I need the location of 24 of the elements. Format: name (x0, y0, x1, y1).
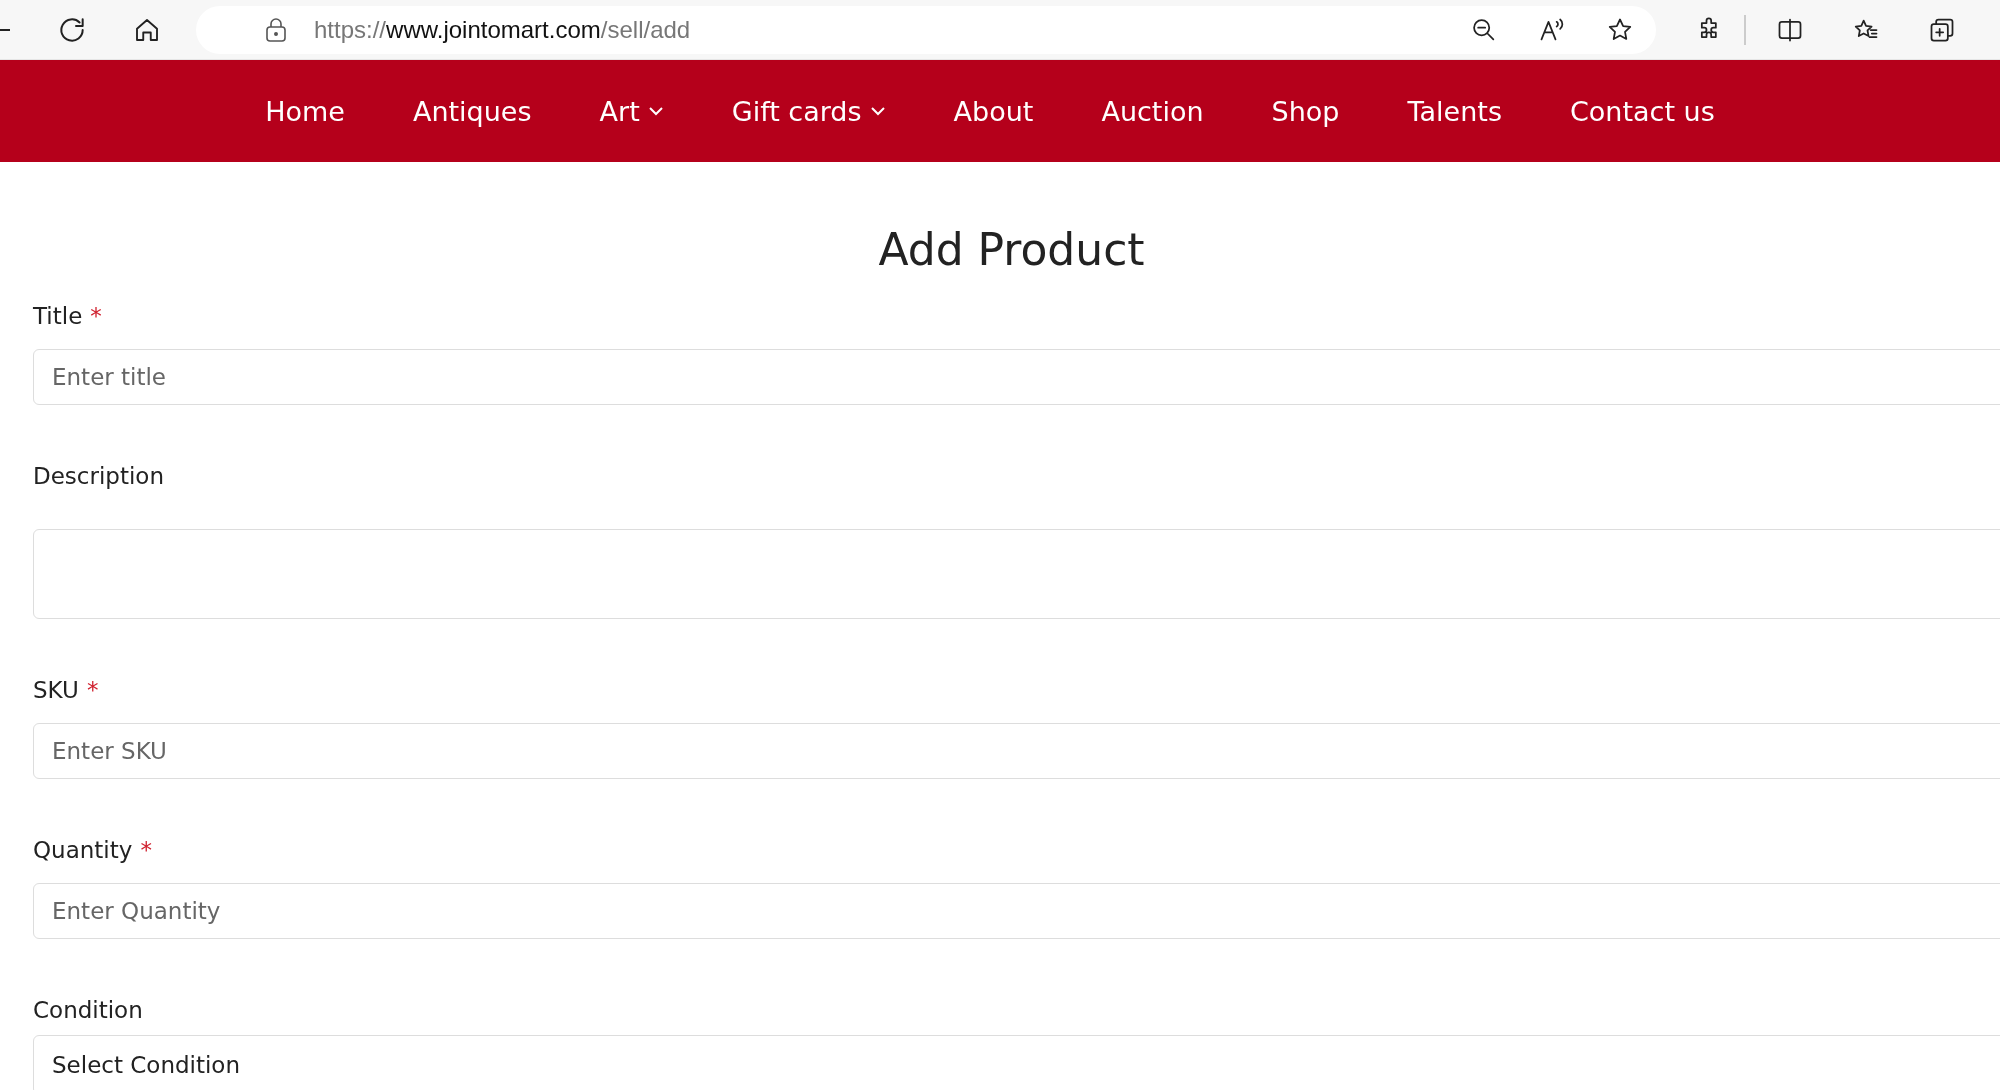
field-label: Title (33, 303, 83, 329)
nav-link[interactable]: Antiques (412, 95, 532, 127)
nav-link[interactable]: Talents (1407, 95, 1502, 127)
text-input[interactable]: Enter SKU (33, 723, 2000, 779)
condition-select[interactable]: Select Condition (33, 1035, 2000, 1090)
text-input[interactable]: Enter Quantity (33, 883, 2000, 939)
nav-link[interactable]: Art (599, 95, 664, 127)
required-mark: * (90, 303, 102, 329)
nav-link[interactable]: Gift cards (731, 95, 886, 127)
lock-icon[interactable] (264, 16, 288, 43)
nav-link[interactable]: Contact us (1569, 95, 1715, 127)
page-heading: Add Product (878, 224, 1145, 275)
text-input[interactable]: Enter title (33, 349, 2000, 405)
field-label: SKU (33, 677, 79, 703)
nav-link[interactable]: Home (265, 95, 345, 127)
nav-link[interactable]: Auction (1101, 95, 1204, 127)
field-label: Condition (33, 997, 143, 1023)
field-label: Description (33, 463, 164, 489)
field-label: Quantity (33, 837, 133, 863)
nav-link[interactable]: About (953, 95, 1034, 127)
nav-link[interactable]: Shop (1271, 95, 1340, 127)
required-mark: * (86, 677, 99, 703)
address-bar[interactable]: https://www.jointomart.com/sell/add (196, 5, 1656, 54)
required-mark: * (140, 837, 152, 863)
